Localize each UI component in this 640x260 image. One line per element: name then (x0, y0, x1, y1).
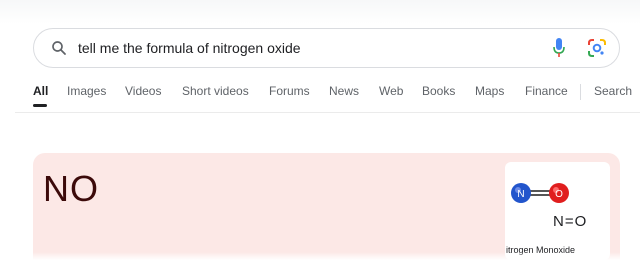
nitrogen-label: N (517, 189, 524, 200)
search-input[interactable]: tell me the formula of nitrogen oxide (78, 40, 301, 56)
tab-forums[interactable]: Forums (269, 84, 310, 98)
tab-images[interactable]: Images (67, 84, 106, 98)
answer-text: NO (43, 168, 99, 209)
active-tab-indicator (33, 104, 47, 107)
google-lens-icon[interactable] (587, 38, 607, 58)
tab-finance[interactable]: Finance (525, 84, 568, 98)
oxygen-label: O (555, 189, 563, 200)
bottom-fade (0, 252, 640, 260)
tab-web[interactable]: Web (379, 84, 403, 98)
tab-books[interactable]: Books (422, 84, 455, 98)
tabs-rule (15, 112, 640, 113)
tab-search[interactable]: Search (594, 84, 632, 98)
tab-maps[interactable]: Maps (475, 84, 504, 98)
tab-news[interactable]: News (329, 84, 359, 98)
tab-short-videos[interactable]: Short videos (182, 84, 249, 98)
search-icon (52, 41, 66, 55)
tabs-divider (580, 84, 581, 100)
top-fade (0, 0, 640, 24)
search-box[interactable]: tell me the formula of nitrogen oxide (33, 28, 620, 68)
structural-formula: N=O (553, 213, 588, 230)
tab-videos[interactable]: Videos (125, 84, 161, 98)
mic-icon[interactable] (552, 37, 566, 59)
tab-all[interactable]: All (33, 84, 48, 98)
